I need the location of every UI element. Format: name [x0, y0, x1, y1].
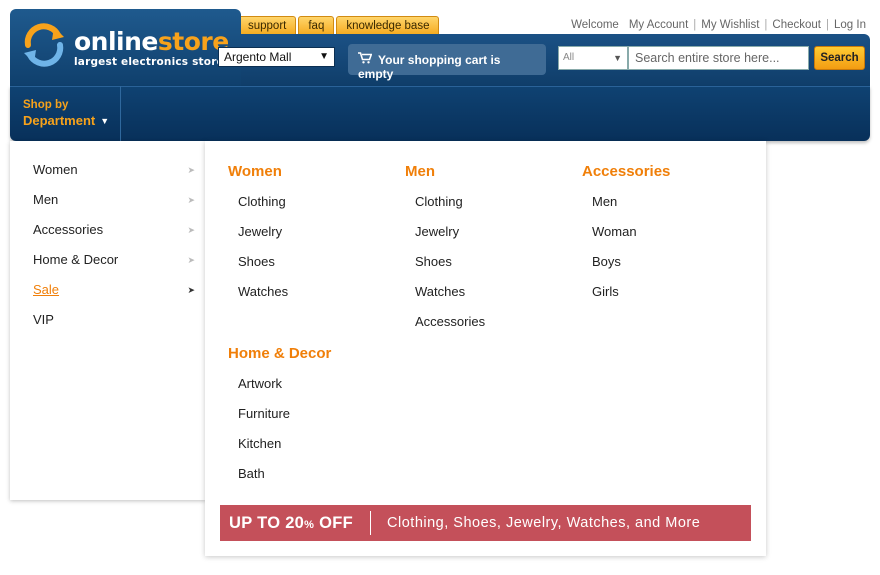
mega-heading-home-decor[interactable]: Home & Decor	[228, 339, 331, 369]
mega-link[interactable]: Kitchen	[238, 429, 331, 459]
cart-button[interactable]: Your shopping cart is empty	[348, 44, 546, 81]
mega-link[interactable]: Shoes	[415, 247, 485, 277]
logo-tagline: largest electronics store	[74, 56, 224, 68]
mega-link[interactable]: Boys	[592, 247, 670, 277]
search-category-value: All	[563, 52, 575, 63]
dropdown-arrow-icon: ▼	[319, 51, 329, 62]
cart-icon	[358, 52, 373, 67]
mega-link[interactable]: Shoes	[238, 247, 288, 277]
store-selector[interactable]: Argento Mall ▼	[218, 47, 335, 67]
mega-heading-men[interactable]: Men	[405, 157, 485, 187]
mega-column-men: Men Clothing Jewelry Shoes Watches Acces…	[405, 157, 485, 337]
mega-link[interactable]: Clothing	[238, 187, 288, 217]
chevron-right-icon: ➤	[187, 255, 195, 265]
mega-menu-panel: Women Clothing Jewelry Shoes Watches Men…	[205, 141, 766, 556]
mega-column-home-decor: Home & Decor Artwork Furniture Kitchen B…	[228, 339, 331, 489]
mega-link[interactable]: Clothing	[415, 187, 485, 217]
dropdown-arrow-icon: ▼	[613, 53, 622, 63]
menu-item-accessories[interactable]: Accessories ➤	[10, 215, 206, 245]
mega-link[interactable]: Watches	[415, 277, 485, 307]
mega-link[interactable]: Girls	[592, 277, 670, 307]
mega-link[interactable]: Watches	[238, 277, 288, 307]
mega-link[interactable]: Bath	[238, 459, 331, 489]
chevron-right-icon: ➤	[187, 195, 195, 205]
mega-heading-accessories[interactable]: Accessories	[582, 157, 670, 187]
promo-banner[interactable]: UP TO 20% OFF Clothing, Shoes, Jewelry, …	[220, 505, 751, 541]
chevron-down-icon: ▼	[100, 116, 110, 126]
chevron-right-icon: ➤	[187, 225, 195, 235]
search-input[interactable]	[628, 46, 809, 70]
mega-link[interactable]: Woman	[592, 217, 670, 247]
promo-text: Clothing, Shoes, Jewelry, Watches, and M…	[387, 515, 701, 531]
chevron-right-icon: ➤	[187, 165, 195, 175]
mega-column-accessories: Accessories Men Woman Boys Girls	[582, 157, 670, 307]
shop-by-label: Shop by	[23, 99, 69, 111]
department-menu: Women ➤ Men ➤ Accessories ➤ Home & Decor ➤ S…	[10, 141, 206, 500]
mega-column-women: Women Clothing Jewelry Shoes Watches	[228, 157, 288, 307]
site-header: onlinestore largest electronics store Ar…	[10, 9, 870, 141]
mega-link[interactable]: Artwork	[238, 369, 331, 399]
promo-divider	[370, 511, 372, 535]
store-selector-value: Argento Mall	[224, 50, 292, 64]
mega-link[interactable]: Jewelry	[238, 217, 288, 247]
chevron-right-icon: ➤	[187, 285, 195, 295]
mega-link[interactable]: Accessories	[415, 307, 485, 337]
search-category-select[interactable]: All ▼	[558, 46, 628, 70]
mega-link[interactable]: Furniture	[238, 399, 331, 429]
menu-item-home-decor[interactable]: Home & Decor ➤	[10, 245, 206, 275]
shop-by-department-button[interactable]: Shop by Department ▼	[10, 86, 121, 141]
nav-bar	[10, 86, 870, 141]
department-label-row: Department ▼	[23, 113, 110, 128]
menu-item-sale[interactable]: Sale ➤	[10, 275, 206, 305]
logo[interactable]: onlinestore largest electronics store	[10, 9, 241, 87]
promo-headline: UP TO 20% OFF	[229, 513, 354, 532]
menu-item-women[interactable]: Women ➤	[10, 155, 206, 185]
search-button[interactable]: Search	[814, 46, 865, 70]
menu-item-vip[interactable]: VIP	[10, 305, 206, 335]
logo-swirl-icon	[24, 23, 64, 67]
mega-link[interactable]: Men	[592, 187, 670, 217]
mega-link[interactable]: Jewelry	[415, 217, 485, 247]
mega-heading-women[interactable]: Women	[228, 157, 288, 187]
logo-wordmark: onlinestore	[74, 27, 229, 56]
menu-item-men[interactable]: Men ➤	[10, 185, 206, 215]
